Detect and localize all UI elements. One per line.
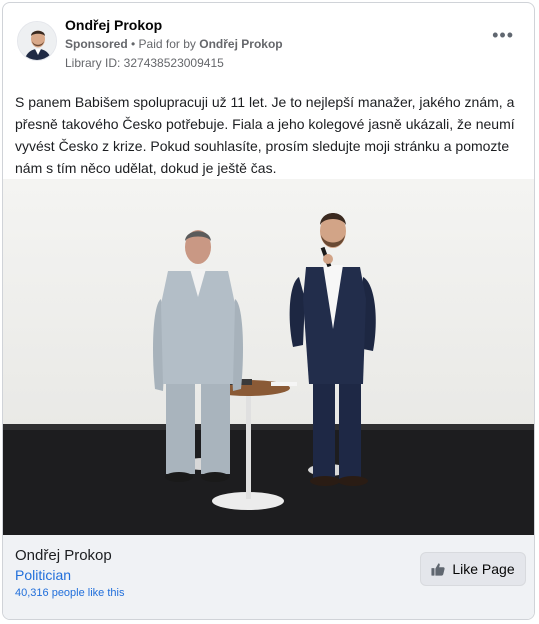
ad-card: Ondřej Prokop Sponsored • Paid for by On…: [2, 2, 535, 620]
paid-for-prefix: • Paid for by: [131, 37, 196, 51]
event-photo-image: [3, 179, 534, 535]
avatar-portrait: [18, 22, 56, 60]
sponsored-line: Sponsored • Paid for by Ondřej Prokop: [65, 37, 283, 51]
like-page-button[interactable]: Like Page: [420, 552, 526, 586]
author-name[interactable]: Ondřej Prokop: [65, 17, 162, 33]
avatar[interactable]: [17, 21, 57, 61]
like-page-label: Like Page: [452, 561, 515, 577]
post-body: S panem Babišem spolupracuji už 11 let. …: [15, 94, 515, 176]
sponsored-label: Sponsored: [65, 37, 128, 51]
page-category[interactable]: Politician: [15, 567, 71, 583]
page-likes[interactable]: 40,316 people like this: [15, 587, 124, 599]
more-options-icon[interactable]: •••: [492, 26, 514, 44]
paid-for-name[interactable]: Ondřej Prokop: [199, 37, 282, 51]
post-photo[interactable]: [3, 179, 534, 535]
thumbs-up-icon: [431, 563, 445, 576]
library-id: Library ID: 327438523009415: [65, 56, 224, 70]
page-name[interactable]: Ondřej Prokop: [15, 547, 112, 564]
page-footer: Ondřej Prokop Politician 40,316 people l…: [3, 535, 534, 619]
